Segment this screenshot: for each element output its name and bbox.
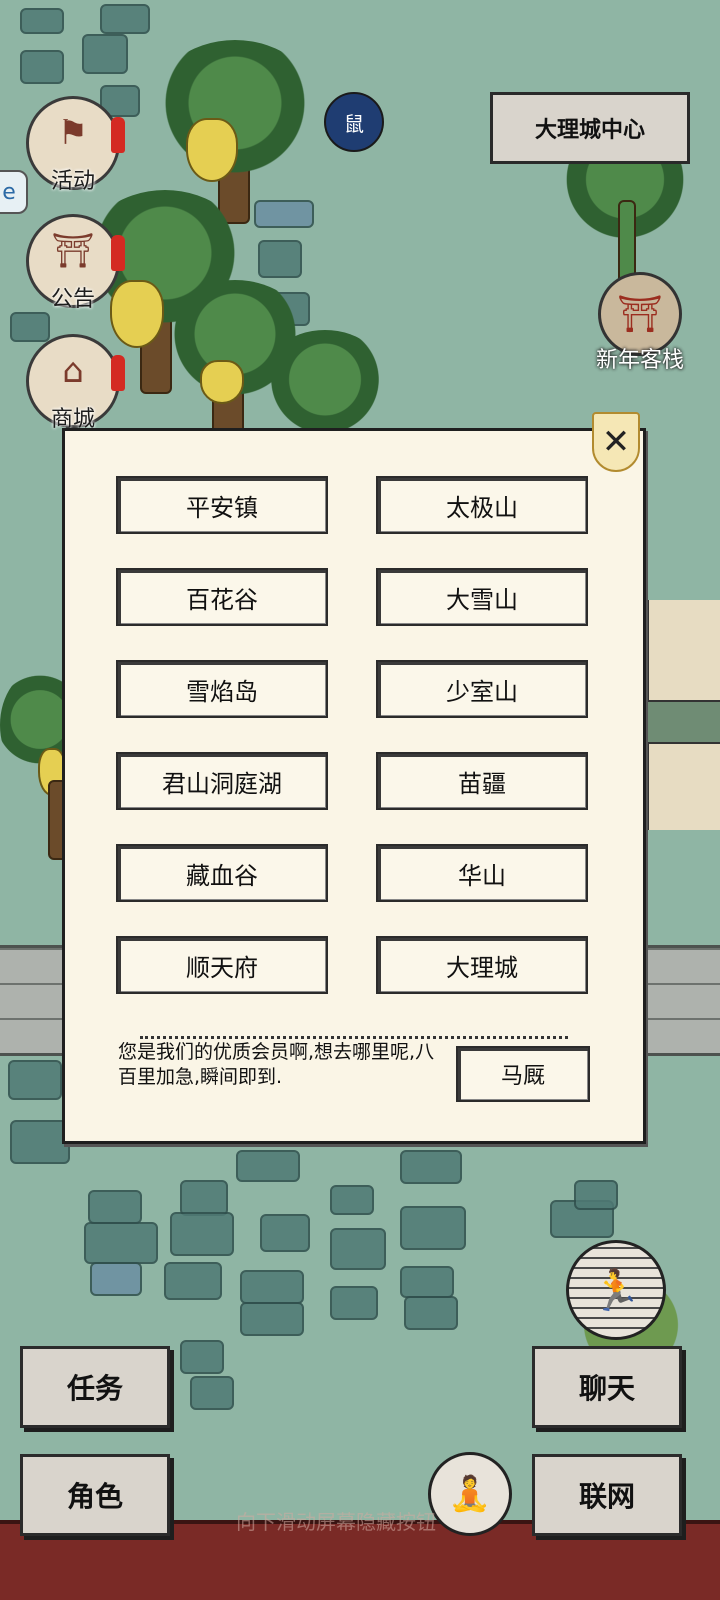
banner-icon: ⚑ — [57, 113, 89, 153]
alert-icon — [111, 355, 125, 391]
stone — [404, 1296, 458, 1330]
stone — [240, 1302, 304, 1336]
stone — [330, 1286, 378, 1320]
meditate-icon[interactable]: 🧘 — [428, 1452, 512, 1536]
inn-label: 新年客栈 — [595, 348, 684, 373]
shop-button[interactable]: ⌂ 商城 — [26, 334, 125, 432]
stone — [400, 1206, 466, 1250]
notice-board-icon: ⛩ — [51, 231, 95, 271]
alert-icon — [111, 235, 125, 271]
destination-button[interactable]: 顺天府 — [116, 936, 328, 994]
stone — [240, 1270, 304, 1304]
hide-buttons-hint: 向下滑动屏幕隐藏按钮 — [236, 1510, 436, 1534]
chat-button[interactable]: 聊天 — [532, 1346, 682, 1428]
assistant-app-icon[interactable]: e — [0, 170, 28, 214]
stone — [90, 1262, 142, 1296]
destination-button[interactable]: 少室山 — [376, 660, 588, 718]
stone — [100, 4, 150, 34]
stone — [10, 1120, 70, 1164]
notice-label: 公告 — [50, 287, 95, 312]
stone — [574, 1180, 618, 1210]
alert-icon — [111, 117, 125, 153]
stone — [170, 1212, 234, 1256]
destination-button[interactable]: 大理城 — [376, 936, 588, 994]
dialog-description: 您是我们的优质会员啊,想去哪里呢,八百里加急,瞬间即到. — [118, 1041, 435, 1088]
destination-button[interactable]: 百花谷 — [116, 568, 328, 626]
dotted-divider — [140, 1036, 568, 1039]
stone — [10, 312, 50, 342]
stone — [20, 50, 64, 84]
stone — [258, 240, 302, 278]
stone — [8, 1060, 62, 1100]
stone — [180, 1340, 224, 1374]
run-icon[interactable]: 🏃 — [566, 1240, 666, 1340]
close-button[interactable]: ✕ — [592, 412, 640, 472]
stone — [330, 1228, 386, 1270]
stone — [84, 1222, 158, 1264]
stable-button[interactable]: 马厩 — [456, 1046, 590, 1102]
character-button[interactable]: 角色 — [20, 1454, 170, 1536]
destination-button[interactable]: 君山洞庭湖 — [116, 752, 328, 810]
banana-bunch — [186, 118, 238, 182]
activity-label: 活动 — [50, 169, 95, 194]
destination-button[interactable]: 平安镇 — [116, 476, 328, 534]
shop-icon: ⌂ — [62, 351, 84, 391]
activity-button[interactable]: ⚑ 活动 — [26, 96, 125, 194]
stone — [400, 1266, 454, 1298]
destination-button[interactable]: 苗疆 — [376, 752, 588, 810]
pavilion-roof — [646, 700, 720, 744]
stone — [330, 1185, 374, 1215]
stone — [236, 1150, 300, 1182]
banana-bunch — [110, 280, 164, 348]
network-button[interactable]: 联网 — [532, 1454, 682, 1536]
moon-badge-text: 鼠 — [344, 111, 364, 136]
destination-button[interactable]: 华山 — [376, 844, 588, 902]
destination-button[interactable]: 雪焰岛 — [116, 660, 328, 718]
stone — [20, 8, 64, 34]
location-title: 大理城中心 — [490, 92, 690, 164]
stone — [82, 34, 128, 74]
tasks-button[interactable]: 任务 — [20, 1346, 170, 1428]
stone — [400, 1150, 462, 1184]
banana-bunch — [200, 360, 244, 404]
destination-button[interactable]: 藏血谷 — [116, 844, 328, 902]
close-icon: ✕ — [601, 422, 631, 462]
notice-button[interactable]: ⛩ 公告 — [26, 214, 125, 312]
stone — [164, 1262, 222, 1300]
stone — [260, 1214, 310, 1252]
stone — [254, 200, 314, 228]
moon-rat-icon[interactable]: 鼠 — [324, 92, 384, 152]
stone — [190, 1376, 234, 1410]
stone — [180, 1180, 228, 1216]
palm-leaves — [260, 330, 390, 440]
stone — [88, 1190, 142, 1224]
destination-button[interactable]: 大雪山 — [376, 568, 588, 626]
destination-button[interactable]: 太极山 — [376, 476, 588, 534]
